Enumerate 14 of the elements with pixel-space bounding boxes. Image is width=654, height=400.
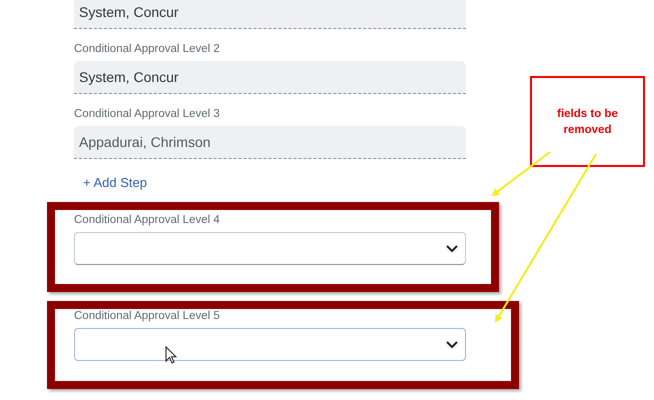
- read-only-field: System, Concur: [74, 61, 466, 94]
- dropdown-field[interactable]: [74, 328, 466, 361]
- dropdown-field[interactable]: [74, 232, 466, 265]
- field-label: Conditional Approval Level 3: [74, 108, 220, 120]
- mouse-pointer-icon: [165, 346, 177, 364]
- field-label: Conditional Approval Level 4: [74, 214, 220, 226]
- chevron-down-icon: [446, 341, 458, 349]
- field-label: Conditional Approval Level 5: [74, 310, 220, 322]
- read-only-field: Appadurai, Chrimson: [74, 126, 466, 159]
- annotation-callout: fields to be removed: [530, 76, 645, 167]
- read-only-field: System, Concur: [74, 0, 466, 29]
- add-step-link[interactable]: + Add Step: [83, 175, 147, 190]
- field-label: Conditional Approval Level 2: [74, 43, 220, 55]
- chevron-down-icon: [446, 245, 458, 253]
